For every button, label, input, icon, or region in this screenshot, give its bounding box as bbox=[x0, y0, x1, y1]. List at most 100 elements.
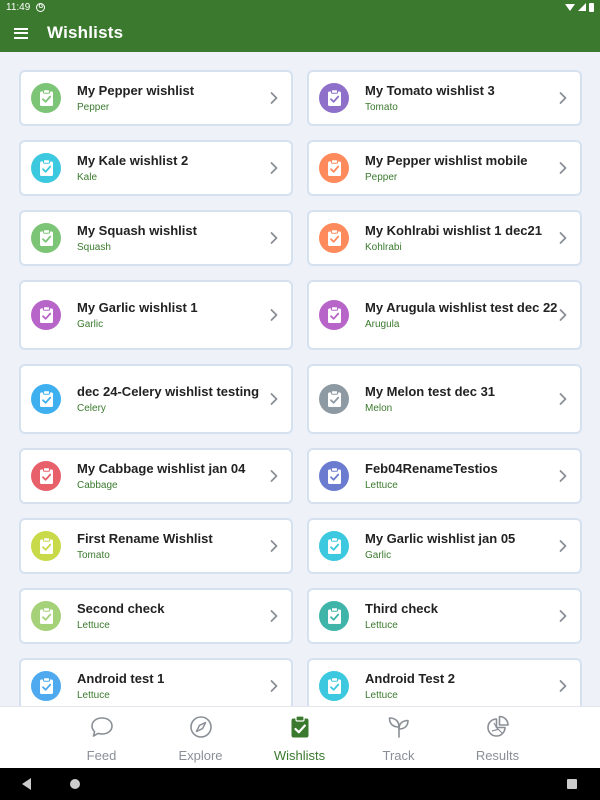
wishlist-crop: Kohlrabi bbox=[365, 242, 402, 253]
nav-label: Feed bbox=[86, 748, 117, 763]
wishlist-title: My Melon test dec 31 bbox=[365, 384, 496, 399]
system-home-icon[interactable] bbox=[70, 779, 80, 789]
wishlist-crop: Squash bbox=[77, 242, 111, 253]
wishlist-title: Android Test 2 bbox=[365, 671, 456, 686]
wishlist-card[interactable]: Third check Lettuce bbox=[307, 588, 582, 644]
wishlist-card[interactable]: Second check Lettuce bbox=[19, 588, 293, 644]
chevron-right-icon bbox=[269, 392, 279, 406]
nav-item-explore[interactable]: Explore bbox=[151, 707, 250, 768]
wishlist-card[interactable]: My Cabbage wishlist jan 04 Cabbage bbox=[19, 448, 293, 504]
chevron-right-icon bbox=[558, 679, 568, 693]
clipboard-check-icon bbox=[289, 715, 311, 744]
wishlist-card[interactable]: My Squash wishlist Squash bbox=[19, 210, 293, 266]
wishlist-title: Feb04RenameTestios bbox=[365, 461, 498, 476]
wishlist-card[interactable]: My Garlic wishlist jan 05 Garlic bbox=[307, 518, 582, 574]
chevron-right-icon bbox=[269, 609, 279, 623]
page-title: Wishlists bbox=[47, 23, 124, 42]
wishlist-card[interactable]: First Rename Wishlist Tomato bbox=[19, 518, 293, 574]
clipboard-check-icon bbox=[319, 153, 349, 183]
wishlist-card[interactable]: My Melon test dec 31 Melon bbox=[307, 364, 582, 434]
wishlist-card-text: My Cabbage wishlist jan 04 Cabbage bbox=[77, 461, 269, 491]
wishlist-title: My Pepper wishlist mobile bbox=[365, 153, 528, 168]
wishlist-card-text: My Garlic wishlist jan 05 Garlic bbox=[365, 531, 558, 561]
chevron-right-icon bbox=[558, 161, 568, 175]
wishlist-crop: Garlic bbox=[365, 550, 392, 561]
clipboard-check-icon bbox=[31, 601, 61, 631]
chevron-right-icon bbox=[269, 469, 279, 483]
clipboard-check-icon bbox=[319, 384, 349, 414]
clipboard-check-icon bbox=[31, 461, 61, 491]
status-bar: 11:49 G bbox=[0, 0, 600, 14]
wishlist-title: My Arugula wishlist test dec 22 bbox=[365, 300, 558, 315]
wishlist-crop: Tomato bbox=[77, 550, 110, 561]
clipboard-check-icon bbox=[31, 384, 61, 414]
clipboard-check-icon bbox=[31, 300, 61, 330]
chevron-right-icon bbox=[558, 539, 568, 553]
wishlist-card[interactable]: My Pepper wishlist Pepper bbox=[19, 70, 293, 126]
wishlist-title: dec 24-Celery wishlist testing bbox=[77, 384, 260, 399]
clipboard-check-icon bbox=[31, 531, 61, 561]
chevron-right-icon bbox=[558, 392, 568, 406]
wishlist-card-text: My Arugula wishlist test dec 22 Arugula bbox=[365, 300, 558, 330]
wishlist-card-text: Second check Lettuce bbox=[77, 601, 269, 631]
nav-item-results[interactable]: Results bbox=[448, 707, 547, 768]
system-back-icon[interactable] bbox=[22, 778, 31, 790]
wishlist-card-text: dec 24-Celery wishlist testing Celery bbox=[77, 384, 269, 414]
wishlist-card[interactable]: dec 24-Celery wishlist testing Celery bbox=[19, 364, 293, 434]
wishlist-card[interactable]: My Kohlrabi wishlist 1 dec21 Kohlrabi bbox=[307, 210, 582, 266]
wishlist-card-text: First Rename Wishlist Tomato bbox=[77, 531, 269, 561]
clipboard-check-icon bbox=[31, 153, 61, 183]
clipboard-check-icon bbox=[31, 83, 61, 113]
pie-chart-icon bbox=[485, 715, 511, 744]
wishlist-crop: Lettuce bbox=[77, 690, 110, 701]
chevron-right-icon bbox=[558, 308, 568, 322]
wishlist-title: My Cabbage wishlist jan 04 bbox=[77, 461, 246, 476]
wishlist-crop: Lettuce bbox=[77, 620, 110, 631]
clipboard-check-icon bbox=[319, 531, 349, 561]
google-indicator-icon: G bbox=[36, 2, 46, 12]
chevron-right-icon bbox=[558, 91, 568, 105]
wishlist-title: First Rename Wishlist bbox=[77, 531, 213, 546]
wishlist-card-text: My Pepper wishlist Pepper bbox=[77, 83, 269, 113]
wishlist-card[interactable]: Feb04RenameTestios Lettuce bbox=[307, 448, 582, 504]
nav-label: Wishlists bbox=[273, 748, 326, 763]
clipboard-check-icon bbox=[31, 671, 61, 701]
wishlist-crop: Tomato bbox=[365, 102, 398, 113]
bottom-navigation: Feed Explore Wishlists Track Results bbox=[0, 706, 600, 768]
wishlist-card-text: My Garlic wishlist 1 Garlic bbox=[77, 300, 269, 330]
wishlist-title: My Garlic wishlist jan 05 bbox=[365, 531, 516, 546]
wishlist-card[interactable]: My Garlic wishlist 1 Garlic bbox=[19, 280, 293, 350]
battery-icon bbox=[589, 2, 594, 12]
nav-item-feed[interactable]: Feed bbox=[52, 707, 151, 768]
wishlist-card-text: My Kohlrabi wishlist 1 dec21 Kohlrabi bbox=[365, 223, 558, 253]
chevron-right-icon bbox=[558, 609, 568, 623]
nav-item-wishlists[interactable]: Wishlists bbox=[250, 707, 349, 768]
wifi-icon bbox=[565, 3, 575, 11]
nav-label: Track bbox=[382, 748, 415, 763]
hamburger-menu-icon[interactable] bbox=[14, 27, 28, 39]
wishlist-title: Android test 1 bbox=[77, 671, 165, 686]
system-recents-icon[interactable] bbox=[567, 779, 577, 789]
wishlist-card-text: My Pepper wishlist mobile Pepper bbox=[365, 153, 558, 183]
nav-label: Results bbox=[475, 748, 520, 763]
system-navigation-bar bbox=[0, 768, 600, 800]
wishlist-crop: Pepper bbox=[77, 102, 110, 113]
wishlist-card[interactable]: My Pepper wishlist mobile Pepper bbox=[307, 140, 582, 196]
wishlist-card[interactable]: My Tomato wishlist 3 Tomato bbox=[307, 70, 582, 126]
wishlist-card-text: Android Test 2 Lettuce bbox=[365, 671, 558, 701]
chevron-right-icon bbox=[269, 231, 279, 245]
nav-item-track[interactable]: Track bbox=[349, 707, 448, 768]
wishlist-crop: Lettuce bbox=[365, 620, 398, 631]
wishlist-card[interactable]: My Kale wishlist 2 Kale bbox=[19, 140, 293, 196]
clipboard-check-icon bbox=[319, 83, 349, 113]
chevron-right-icon bbox=[269, 539, 279, 553]
nav-label: Explore bbox=[178, 748, 223, 763]
chevron-right-icon bbox=[269, 679, 279, 693]
wishlist-card-text: Feb04RenameTestios Lettuce bbox=[365, 461, 558, 491]
wishlist-crop: Pepper bbox=[365, 172, 398, 183]
chevron-right-icon bbox=[558, 231, 568, 245]
chevron-right-icon bbox=[269, 91, 279, 105]
wishlist-title: My Tomato wishlist 3 bbox=[365, 83, 495, 98]
wishlist-card[interactable]: My Arugula wishlist test dec 22 Arugula bbox=[307, 280, 582, 350]
wishlist-crop: Cabbage bbox=[77, 480, 118, 491]
